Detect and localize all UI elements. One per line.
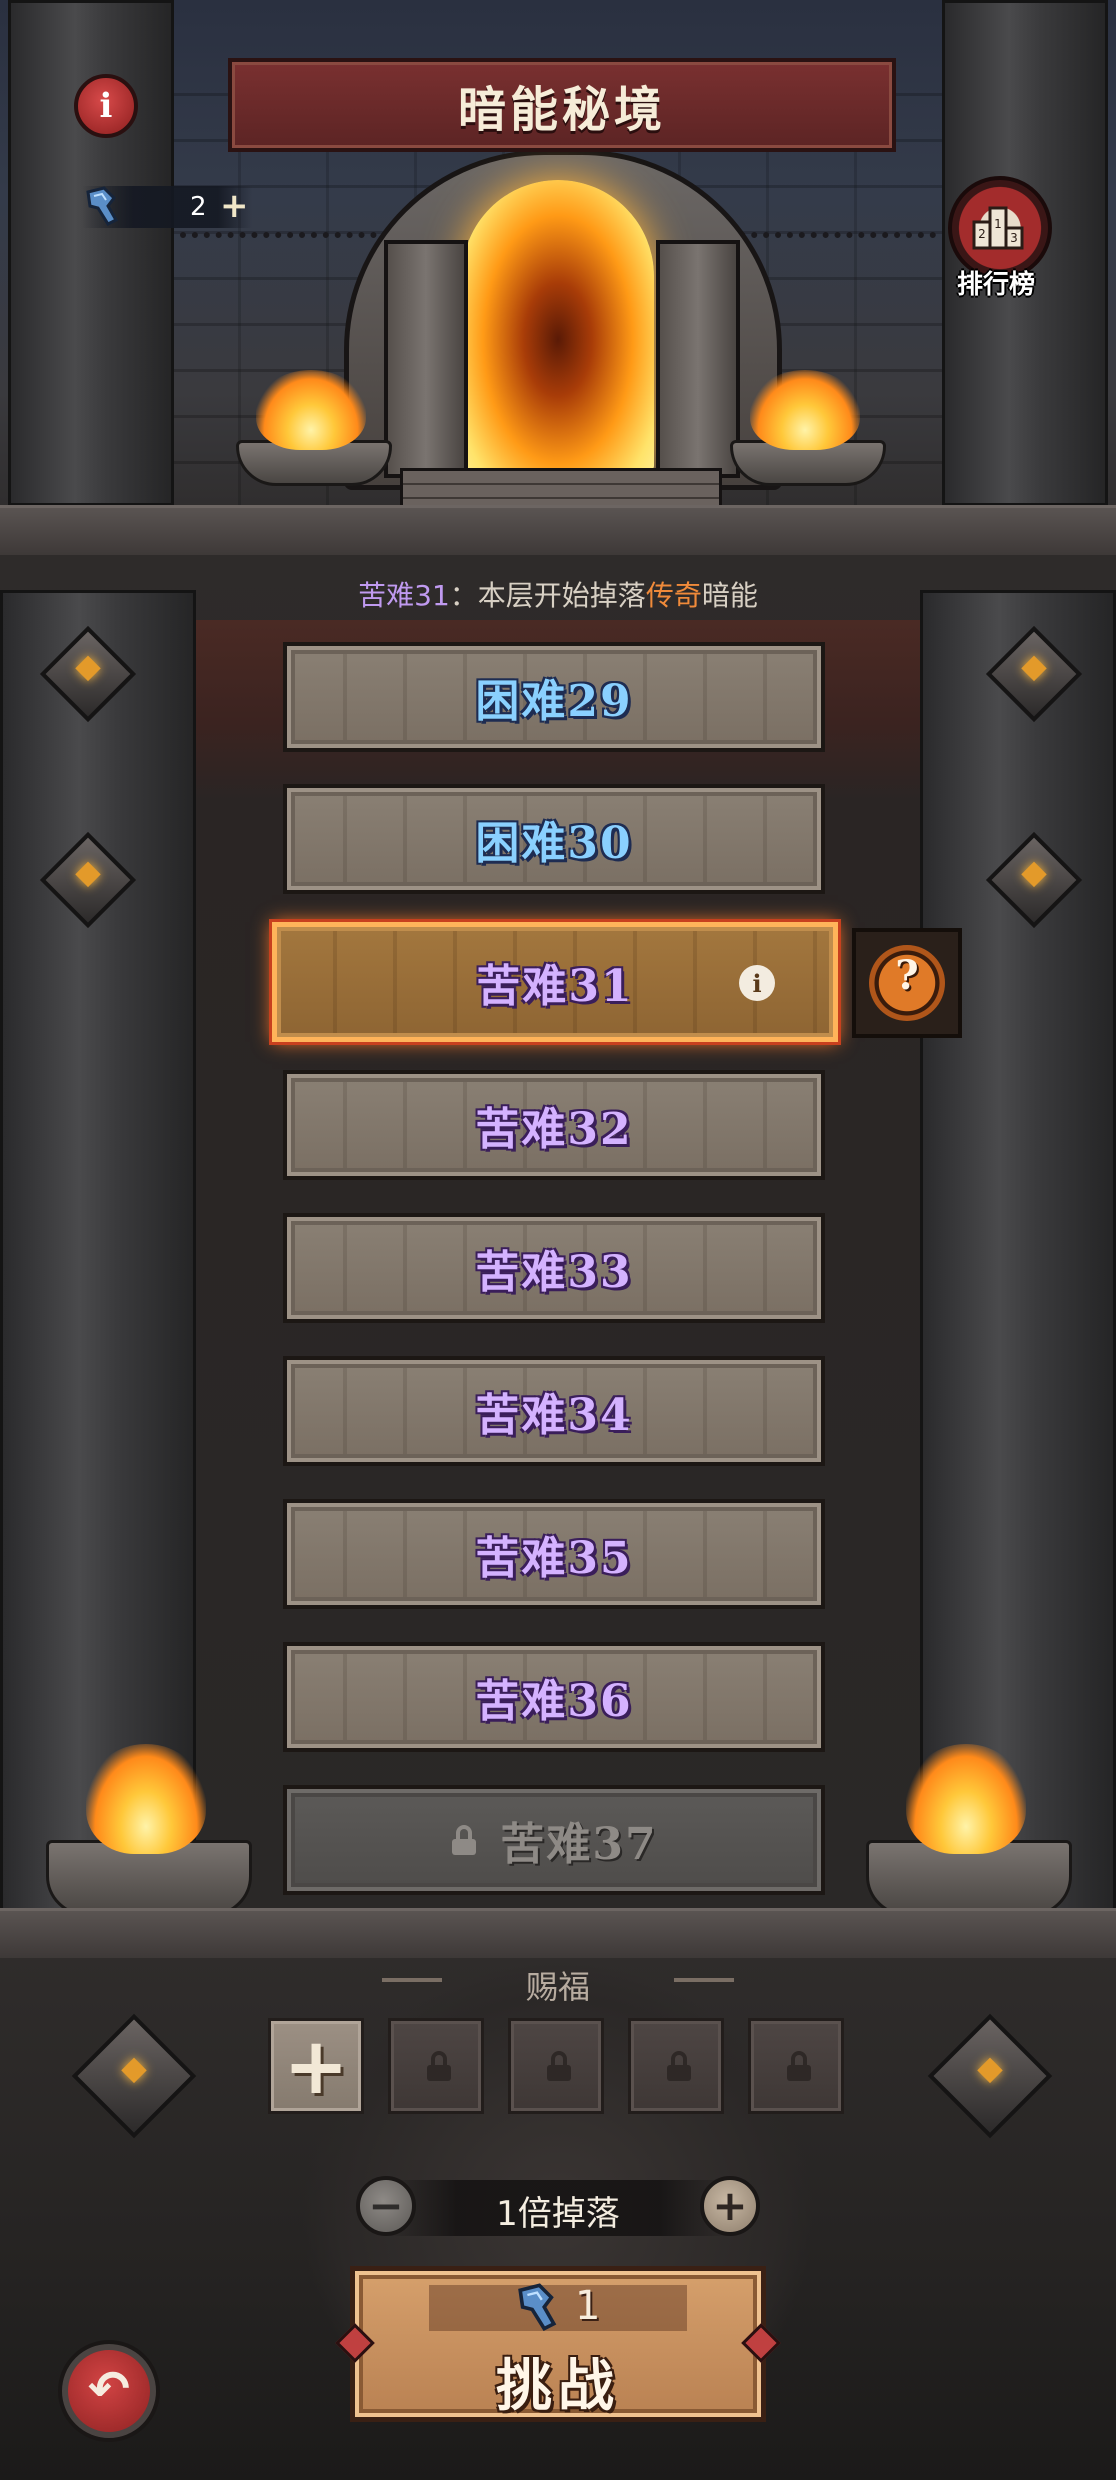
lock-icon — [425, 2051, 453, 2083]
question-icon: ? — [895, 952, 919, 999]
blessing-slot-add[interactable]: + — [268, 2018, 364, 2114]
blessing-slot-locked[interactable] — [628, 2018, 724, 2114]
side-pillar-left — [0, 590, 196, 1916]
info-icon: i — [99, 86, 113, 126]
lock-icon — [665, 2051, 693, 2083]
currency-counter: 2 + — [82, 186, 252, 228]
level-label: 苦难34 — [475, 1390, 633, 1441]
notice-text: ：本层开始掉落 — [449, 579, 646, 612]
drop-notice: 苦难31：本层开始掉落传奇暗能 — [0, 574, 1116, 614]
back-arrow-icon: ↶ — [88, 2360, 130, 2418]
blessing-title: 赐福 — [525, 1968, 590, 2006]
info-button[interactable]: i — [74, 74, 138, 138]
page-title: 暗能秘境 — [457, 82, 666, 138]
svg-text:1: 1 — [994, 217, 1002, 231]
blessing-slot-locked[interactable] — [508, 2018, 604, 2114]
notice-legend-rarity: 传奇 — [645, 579, 702, 612]
level-label: 困难29 — [475, 676, 633, 727]
blessing-slot-locked[interactable] — [388, 2018, 484, 2114]
stone-ledge — [0, 1908, 1116, 1965]
divider-ornament — [674, 1978, 734, 1982]
leaderboard-label: 排行榜 — [956, 270, 1035, 300]
svg-text:2: 2 — [978, 227, 986, 241]
flame-icon — [906, 1744, 1026, 1854]
level-info-icon[interactable]: i — [739, 965, 775, 1001]
notice-level: 苦难31 — [358, 579, 450, 612]
challenge-cost: 1 — [575, 2283, 601, 2329]
level-label: 苦难35 — [475, 1533, 633, 1584]
level-button[interactable]: 困难29 — [283, 642, 825, 752]
flame-icon — [750, 370, 860, 450]
level-label: 苦难33 — [475, 1247, 633, 1298]
stone-pillar-left — [8, 0, 174, 506]
level-label: 困难30 — [475, 818, 633, 869]
challenge-button[interactable]: 1 挑战 — [335, 2266, 781, 2422]
leaderboard-button[interactable]: 1 2 3 排行榜 — [940, 176, 1052, 306]
plus-icon: + — [283, 2022, 349, 2112]
level-label: 苦难37 — [500, 1819, 658, 1870]
level-label: 苦难32 — [475, 1104, 633, 1155]
blessing-slot-locked[interactable] — [748, 2018, 844, 2114]
lock-icon — [450, 1825, 478, 1855]
level-button[interactable]: 困难30 — [283, 784, 825, 894]
challenge-label: 挑战 — [496, 2354, 620, 2419]
multiplier-label: 1倍掉落 — [496, 2194, 620, 2234]
notice-suffix: 暗能 — [701, 579, 758, 612]
level-button[interactable]: 苦难34 — [283, 1356, 825, 1466]
title-banner: 暗能秘境 — [228, 58, 896, 152]
level-button[interactable]: 苦难36 — [283, 1642, 825, 1752]
dark-key-icon — [518, 2283, 557, 2331]
level-label: 苦难31 — [476, 961, 634, 1012]
minus-icon: − — [368, 2181, 404, 2230]
svg-text:3: 3 — [1010, 231, 1018, 245]
plus-icon: + — [712, 2181, 748, 2230]
lock-icon — [785, 2051, 813, 2083]
decrease-multiplier-button[interactable]: − — [356, 2176, 416, 2236]
fire-portal — [462, 180, 654, 470]
lock-icon — [545, 2051, 573, 2083]
increase-multiplier-button[interactable]: + — [700, 2176, 760, 2236]
flame-icon — [256, 370, 366, 450]
level-button[interactable]: 苦难33 — [283, 1213, 825, 1323]
level-label: 苦难36 — [475, 1676, 633, 1727]
currency-amount: 2 — [190, 192, 207, 222]
stone-ledge — [0, 505, 1116, 562]
level-button-locked[interactable]: 苦难37 — [283, 1785, 825, 1895]
level-button[interactable]: 苦难32 — [283, 1070, 825, 1180]
side-pillar-right — [920, 590, 1116, 1916]
level-button-selected[interactable]: 苦难31 i — [272, 922, 838, 1042]
portal-pillar-right — [656, 240, 740, 478]
portal-pillar-left — [384, 240, 468, 478]
level-button[interactable]: 苦难35 — [283, 1499, 825, 1609]
add-currency-button[interactable]: + — [220, 186, 249, 226]
dark-key-icon — [86, 186, 119, 226]
back-button[interactable]: ↶ — [62, 2344, 156, 2438]
level-help-button[interactable]: ? — [852, 928, 962, 1038]
flame-icon — [86, 1744, 206, 1854]
